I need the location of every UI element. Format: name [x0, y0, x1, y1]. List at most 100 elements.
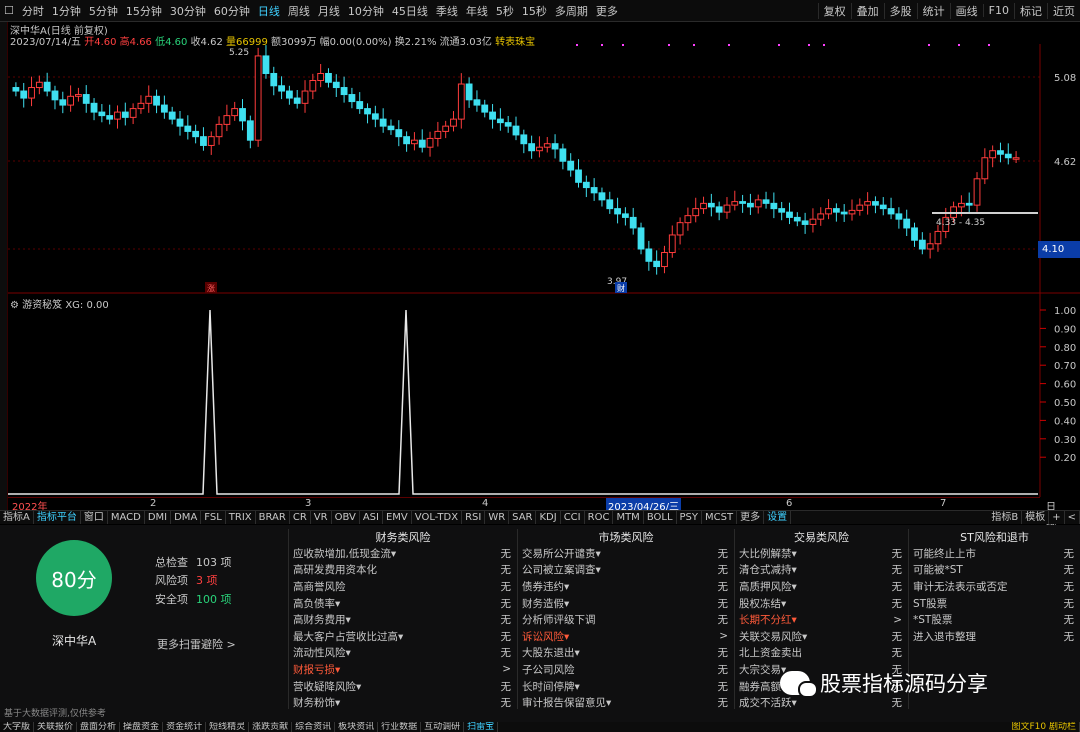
indicator-tab[interactable]: ASI: [360, 511, 383, 524]
period-tab[interactable]: 15分钟: [122, 3, 166, 19]
more-scan-link[interactable]: 更多扫雷避险 >: [157, 636, 236, 652]
risk-row[interactable]: 财务造假▾ 无: [518, 595, 734, 612]
risk-row[interactable]: 债券违约▾ 无: [518, 578, 734, 595]
window-menu-icon[interactable]: ☐: [0, 4, 18, 17]
period-tab[interactable]: 月线: [314, 3, 344, 19]
indicator-tab-right[interactable]: +: [1049, 511, 1065, 524]
risk-row[interactable]: 大比例解禁▾ 无: [735, 545, 908, 562]
risk-row[interactable]: 财务粉饰▾ 无: [289, 694, 517, 711]
indicator-tab[interactable]: EMV: [383, 511, 412, 524]
bottom-tab[interactable]: 综合资讯: [292, 722, 336, 732]
indicator-tab[interactable]: VOL-TDX: [412, 511, 463, 524]
indicator-tab[interactable]: DMI: [145, 511, 172, 524]
toolbar-button[interactable]: 叠加: [850, 2, 884, 19]
indicator-tab[interactable]: PSY: [677, 511, 703, 524]
bottom-right-link[interactable]: 图文F10 剧动栏: [1009, 722, 1080, 732]
risk-row[interactable]: ST股票 无: [909, 595, 1080, 612]
indicator-tab[interactable]: FSL: [201, 511, 226, 524]
toolbar-button[interactable]: 复权: [817, 2, 851, 19]
risk-row[interactable]: *ST股票 无: [909, 611, 1080, 628]
risk-row[interactable]: 股权冻结▾ 无: [735, 595, 908, 612]
bottom-tab[interactable]: 关联报价: [34, 722, 78, 732]
period-tab[interactable]: 多周期: [551, 3, 592, 19]
risk-row[interactable]: 清仓式减持▾ 无: [735, 562, 908, 579]
indicator-tab[interactable]: 更多: [737, 511, 765, 524]
bottom-tab[interactable]: 大字版: [0, 722, 35, 732]
indicator-tab[interactable]: MCST: [702, 511, 738, 524]
risk-row[interactable]: 可能终止上市 无: [909, 545, 1080, 562]
risk-row[interactable]: 高研发费用资本化 无: [289, 562, 517, 579]
toolbar-button[interactable]: 标记: [1014, 2, 1047, 19]
risk-row[interactable]: 交易所公开谴责▾ 无: [518, 545, 734, 562]
indicator-tab[interactable]: CR: [290, 511, 311, 524]
risk-row[interactable]: 诉讼风险▾ >: [518, 628, 734, 645]
risk-row[interactable]: 审计无法表示或否定 无: [909, 578, 1080, 595]
period-tab[interactable]: 60分钟: [210, 3, 254, 19]
risk-row[interactable]: 审计报告保留意见▾ 无: [518, 694, 734, 711]
period-tab[interactable]: 5秒: [492, 3, 518, 19]
period-tab[interactable]: 1分钟: [48, 3, 85, 19]
indicator-tab[interactable]: TRIX: [226, 511, 256, 524]
indicator-gear-icon[interactable]: ⚙: [10, 300, 19, 311]
period-tab[interactable]: 更多: [592, 3, 622, 19]
period-tab[interactable]: 日线: [254, 3, 284, 19]
risk-row[interactable]: 流动性风险▾ 无: [289, 645, 517, 662]
risk-row[interactable]: 营收疑降风险▾ 无: [289, 678, 517, 695]
indicator-tab[interactable]: MACD: [108, 511, 145, 524]
toolbar-button[interactable]: 近页: [1047, 2, 1080, 19]
bottom-tab[interactable]: 资金统计: [163, 722, 207, 732]
risk-row[interactable]: 子公司风险 无: [518, 661, 734, 678]
indicator-tab[interactable]: 设置: [764, 511, 792, 524]
toolbar-button[interactable]: 画线: [949, 2, 983, 19]
bottom-tab[interactable]: 板块资讯: [335, 722, 379, 732]
indicator-tab[interactable]: 指标平台: [34, 511, 81, 524]
period-tab[interactable]: 分时: [18, 3, 48, 19]
risk-row[interactable]: 财报亏损▾ >: [289, 661, 517, 678]
bottom-tab[interactable]: 互动调研: [421, 722, 465, 732]
period-tab[interactable]: 周线: [284, 3, 314, 19]
risk-row[interactable]: 高财务费用▾ 无: [289, 611, 517, 628]
toolbar-button[interactable]: 多股: [883, 2, 917, 19]
indicator-tab[interactable]: BOLL: [644, 511, 677, 524]
indicator-tab[interactable]: VR: [311, 511, 332, 524]
period-tab[interactable]: 10分钟: [344, 3, 388, 19]
toolbar-button[interactable]: 统计: [916, 2, 950, 19]
indicator-tab[interactable]: WR: [485, 511, 510, 524]
risk-row[interactable]: 可能被*ST 无: [909, 562, 1080, 579]
bottom-tab[interactable]: 行业数据: [378, 722, 422, 732]
indicator-tab[interactable]: 窗口: [81, 511, 108, 524]
risk-row[interactable]: 公司被立案调查▾ 无: [518, 562, 734, 579]
risk-row[interactable]: 长期不分红▾ >: [735, 611, 908, 628]
risk-row[interactable]: 进入退市整理 无: [909, 628, 1080, 645]
indicator-tab[interactable]: OBV: [332, 511, 360, 524]
indicator-tab[interactable]: BRAR: [256, 511, 290, 524]
indicator-tab[interactable]: SAR: [509, 511, 537, 524]
indicator-tab-right[interactable]: 指标B: [988, 511, 1023, 524]
indicator-tab[interactable]: DMA: [171, 511, 202, 524]
bottom-tab[interactable]: 扫雷宝: [464, 722, 499, 732]
period-tab[interactable]: 45日线: [388, 3, 432, 19]
indicator-tab[interactable]: 指标A: [0, 511, 34, 524]
risk-row[interactable]: 高负债率▾ 无: [289, 595, 517, 612]
indicator-tab-right[interactable]: <: [1065, 511, 1080, 524]
period-tab[interactable]: 5分钟: [85, 3, 122, 19]
risk-row[interactable]: 高商誉风险 无: [289, 578, 517, 595]
indicator-tab[interactable]: KDJ: [536, 511, 561, 524]
risk-row[interactable]: 关联交易风险▾ 无: [735, 628, 908, 645]
bottom-tab[interactable]: 短线精灵: [206, 722, 250, 732]
indicator-tab[interactable]: RSI: [462, 511, 486, 524]
indicator-tab[interactable]: MTM: [613, 511, 644, 524]
indicator-tab-right[interactable]: 模板: [1022, 511, 1050, 524]
indicator-tab[interactable]: CCI: [561, 511, 585, 524]
period-tab[interactable]: 30分钟: [166, 3, 210, 19]
toolbar-button[interactable]: F10: [982, 4, 1014, 17]
bottom-tab[interactable]: 操盘资金: [120, 722, 164, 732]
period-tab[interactable]: 季线: [432, 3, 462, 19]
risk-row[interactable]: 长时间停牌▾ 无: [518, 678, 734, 695]
risk-row[interactable]: 大股东退出▾ 无: [518, 645, 734, 662]
period-tab[interactable]: 年线: [462, 3, 492, 19]
bottom-tab[interactable]: 盘面分析: [77, 722, 121, 732]
chart-area[interactable]: 5.08 4.62 5.25 3.97 4.33 - 4.35 涨 财 1.00…: [8, 44, 1080, 497]
bottom-tab[interactable]: 涨跌贡献: [249, 722, 293, 732]
risk-row[interactable]: 分析师评级下调 无: [518, 611, 734, 628]
